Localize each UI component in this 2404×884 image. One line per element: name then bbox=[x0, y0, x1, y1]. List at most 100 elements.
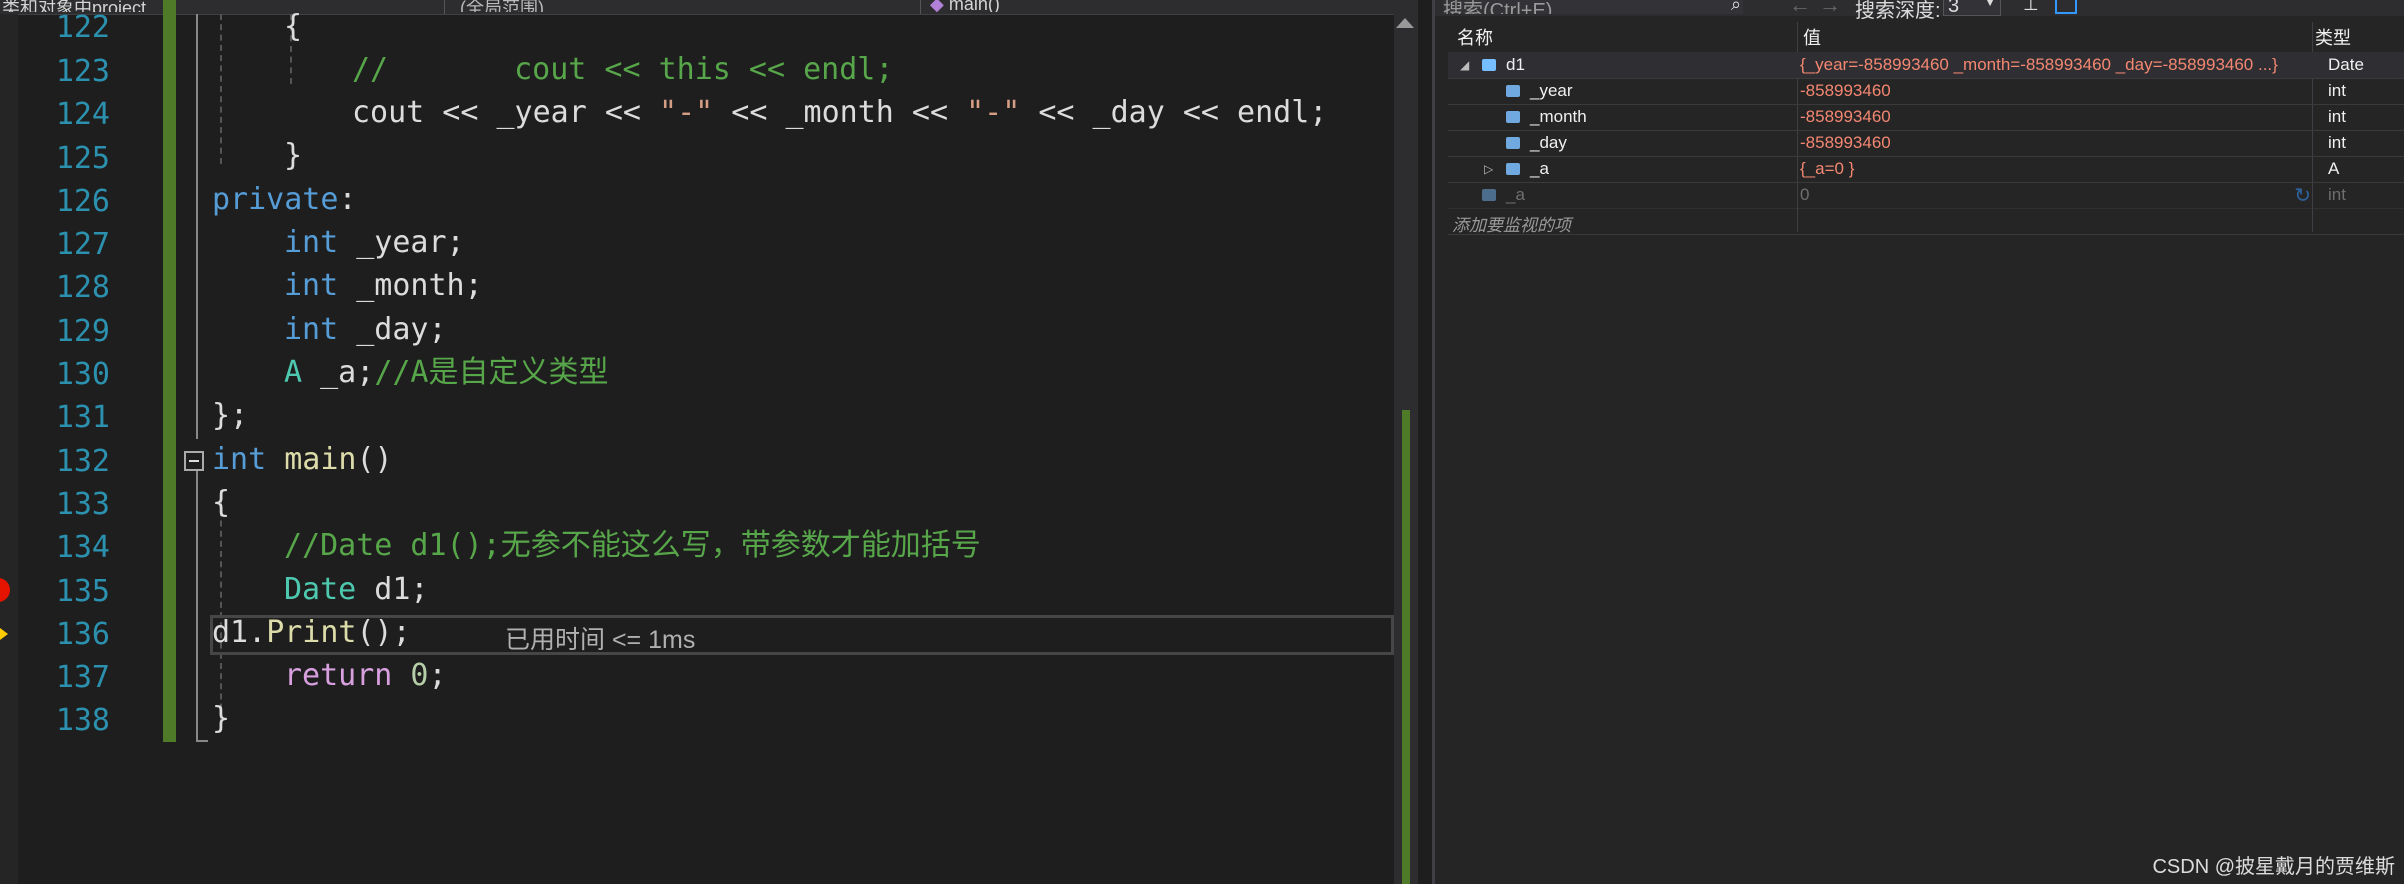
watch-row-value[interactable]: -858993460 bbox=[1800, 133, 2305, 153]
watch-row-name: d1 bbox=[1506, 55, 1525, 74]
line-number-gutter: 122 123 124 125 126 127 128 129 130 131 … bbox=[18, 0, 110, 884]
column-header-value[interactable]: 值 bbox=[1803, 24, 1821, 50]
pin-icon[interactable]: ⊥ bbox=[2023, 0, 2039, 15]
column-header-name[interactable]: 名称 bbox=[1457, 24, 1493, 50]
column-header-type[interactable]: 类型 bbox=[2315, 24, 2351, 50]
watch-row-a-stale[interactable]: _a 0 ↻ int bbox=[1448, 182, 2404, 209]
line-number: 124 bbox=[55, 97, 110, 132]
code-line-133[interactable]: { bbox=[212, 483, 230, 523]
collapse-triangle-icon[interactable]: ◢ bbox=[1460, 58, 1469, 72]
line-number: 130 bbox=[55, 357, 110, 392]
scope-line bbox=[196, 14, 198, 439]
code-token: (); bbox=[356, 615, 411, 650]
watch-row-value[interactable]: {_a=0 } bbox=[1800, 159, 2305, 179]
watch-row-value[interactable]: {_year=-858993460 _month=-858993460 _day… bbox=[1800, 55, 2305, 75]
code-token: _year; bbox=[338, 225, 465, 260]
code-line-126[interactable]: private: bbox=[212, 180, 357, 220]
code-line-136[interactable]: d1.Print(); bbox=[212, 613, 411, 653]
watch-window: 搜索(Ctrl+E) ⌕ ← → 搜索深度: 3 ▼ ⊥ 名称 值 类型 ◢ d1… bbox=[1432, 0, 2404, 884]
code-line-134[interactable]: //Date d1();无参不能这么写，带参数才能加括号 bbox=[284, 526, 981, 566]
refresh-icon[interactable]: ↻ bbox=[2294, 183, 2311, 208]
search-input[interactable]: 搜索(Ctrl+E) bbox=[1443, 0, 1743, 14]
brace-token: { bbox=[284, 9, 303, 44]
breakpoint-margin[interactable] bbox=[0, 14, 18, 884]
indent-guide bbox=[220, 14, 222, 164]
keyword-token: return bbox=[284, 658, 393, 693]
field-icon bbox=[1506, 111, 1520, 123]
indent-guide bbox=[220, 490, 222, 730]
code-token: : bbox=[338, 182, 357, 217]
watch-row-type: int bbox=[2328, 133, 2346, 152]
line-number: 137 bbox=[55, 660, 110, 695]
line-number: 133 bbox=[55, 487, 110, 522]
watch-row-d1[interactable]: ◢ d1 {_year=-858993460 _month=-858993460… bbox=[1448, 52, 2404, 79]
line-number: 125 bbox=[55, 141, 110, 176]
code-line-123[interactable]: // cout << this << endl; bbox=[352, 50, 893, 90]
code-line-138[interactable]: } bbox=[212, 699, 230, 739]
brace-token: } bbox=[284, 138, 303, 173]
keyword-token: int bbox=[284, 312, 339, 347]
keyword-token: int bbox=[284, 225, 339, 260]
watch-row-year[interactable]: _year -858993460 int bbox=[1448, 78, 2404, 105]
watch-row-name: _a bbox=[1530, 159, 1549, 178]
code-line-128[interactable]: int _month; bbox=[284, 266, 483, 306]
execution-pointer-icon bbox=[0, 622, 8, 646]
add-watch-placeholder[interactable]: 添加要监视的项 bbox=[1452, 211, 1571, 236]
search-icon[interactable]: ⌕ bbox=[1731, 0, 1741, 15]
line-number: 123 bbox=[55, 54, 110, 89]
code-line-127[interactable]: int _year; bbox=[284, 223, 465, 263]
line-number: 136 bbox=[55, 617, 110, 652]
line-number: 129 bbox=[55, 314, 110, 349]
scope-dropdown[interactable]: (全局范围) bbox=[460, 0, 910, 12]
watch-row-type: int bbox=[2328, 185, 2346, 204]
watch-row-day[interactable]: _day -858993460 int bbox=[1448, 130, 2404, 157]
field-icon bbox=[1482, 189, 1496, 201]
line-number: 126 bbox=[55, 184, 110, 219]
comment-token: //A是自定义类型 bbox=[374, 355, 609, 390]
arrow-right-icon[interactable]: → bbox=[1819, 0, 1841, 18]
code-line-129[interactable]: int _day; bbox=[284, 310, 447, 350]
scope-line bbox=[196, 740, 208, 742]
line-number: 134 bbox=[55, 530, 110, 565]
object-icon bbox=[1482, 59, 1496, 71]
watch-add-item-row[interactable]: 添加要监视的项 bbox=[1448, 208, 2404, 235]
code-line-135[interactable]: Date d1; bbox=[284, 570, 429, 610]
watch-row-type: int bbox=[2328, 107, 2346, 126]
keyword-token: int bbox=[212, 442, 267, 477]
code-line-122[interactable]: { bbox=[284, 7, 302, 47]
string-token: "-" bbox=[966, 95, 1021, 130]
scope-line bbox=[196, 470, 198, 742]
watch-row-value[interactable]: 0 bbox=[1800, 185, 2305, 205]
line-number: 132 bbox=[55, 444, 110, 479]
code-line-131[interactable]: }; bbox=[212, 396, 248, 436]
line-number: 122 bbox=[55, 10, 110, 45]
code-line-130[interactable]: A _a;//A是自定义类型 bbox=[284, 353, 609, 393]
search-depth-select[interactable]: 3 ▼ bbox=[1943, 0, 2001, 17]
field-icon bbox=[1506, 85, 1520, 97]
code-token: _month; bbox=[338, 268, 483, 303]
watch-row-name: _day bbox=[1530, 133, 1567, 152]
arrow-left-icon[interactable]: ← bbox=[1789, 0, 1811, 18]
code-line-125[interactable]: } bbox=[284, 136, 302, 176]
expand-triangle-icon[interactable]: ▷ bbox=[1484, 162, 1493, 176]
string-token: "-" bbox=[659, 95, 714, 130]
watch-row-a[interactable]: ▷ _a {_a=0 } A bbox=[1448, 156, 2404, 183]
code-line-132[interactable]: int main() bbox=[212, 440, 393, 480]
watch-row-value[interactable]: -858993460 bbox=[1800, 107, 2305, 127]
view-toggle-icon[interactable] bbox=[2055, 0, 2077, 14]
watch-row-month[interactable]: _month -858993460 int bbox=[1448, 104, 2404, 131]
watch-row-name: _month bbox=[1530, 107, 1587, 126]
function-dropdown-label: main() bbox=[948, 0, 1000, 12]
code-editor[interactable]: 类和对象中project (全局范围) ◆ main() 122 123 124… bbox=[0, 0, 1418, 884]
code-line-124[interactable]: cout << _year << "-" << _month << "-" <<… bbox=[352, 93, 1327, 133]
code-token: d1; bbox=[356, 572, 429, 607]
code-line-137[interactable]: return 0; bbox=[284, 656, 447, 696]
function-token: Print bbox=[266, 615, 357, 650]
chevron-down-icon: ▼ bbox=[1984, 0, 1996, 9]
function-dropdown[interactable]: ◆ main() bbox=[930, 0, 1370, 12]
brace-token: { bbox=[212, 485, 231, 520]
watch-header-row: 名称 值 类型 bbox=[1435, 22, 2404, 48]
watch-row-value[interactable]: -858993460 bbox=[1800, 81, 2305, 101]
collapse-icon[interactable] bbox=[184, 451, 204, 471]
scroll-up-icon[interactable] bbox=[1396, 18, 1414, 28]
